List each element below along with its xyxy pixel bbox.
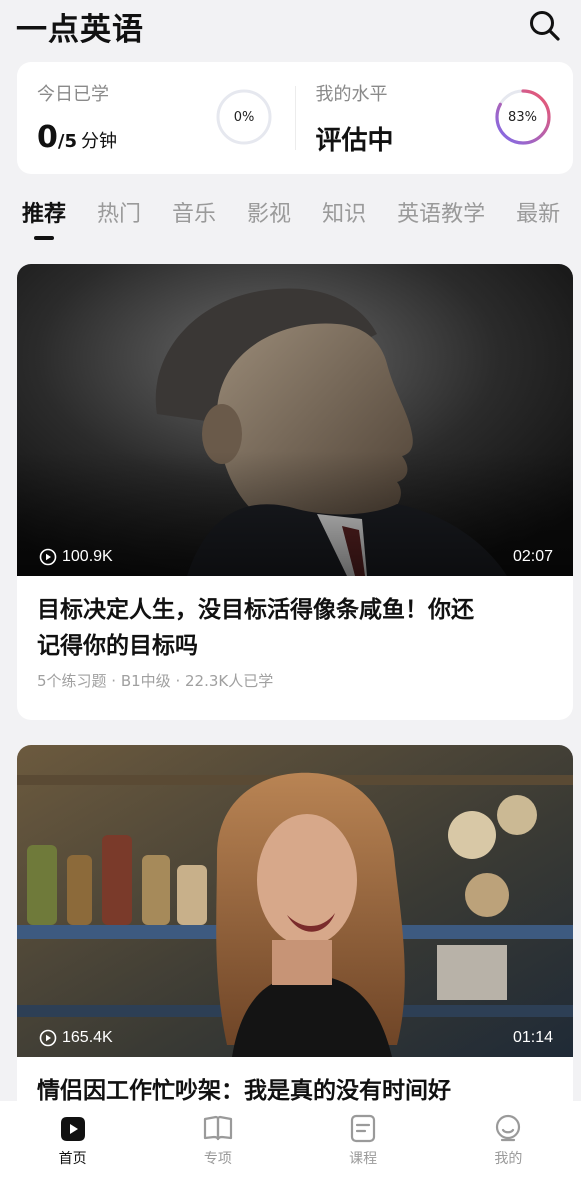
bottom-nav: 首页 专项 课程 我的 bbox=[0, 1101, 581, 1191]
tab-hot[interactable]: 热门 bbox=[97, 196, 141, 236]
today-minutes-goal: /5 bbox=[57, 131, 77, 152]
view-count: 165.4K bbox=[39, 1029, 113, 1047]
tab-film[interactable]: 影视 bbox=[247, 196, 291, 236]
app-root: 一点英语 今日已学 0 /5 分钟 0% 我的水平 评估中 83% 推荐 热门 … bbox=[0, 0, 581, 1191]
video-title-line: 目标决定人生，没目标活得像条咸鱼！你还 bbox=[37, 597, 474, 623]
view-count: 100.9K bbox=[39, 548, 113, 566]
tab-recommend[interactable]: 推荐 bbox=[22, 196, 66, 236]
today-study-stat[interactable]: 今日已学 0 /5 分钟 0% bbox=[17, 62, 295, 174]
level-progress-text: 83% bbox=[508, 109, 537, 125]
tab-knowledge[interactable]: 知识 bbox=[322, 196, 366, 236]
nav-profile[interactable]: 我的 bbox=[458, 1113, 558, 1168]
tab-latest[interactable]: 最新 bbox=[516, 196, 560, 236]
header: 一点英语 bbox=[0, 0, 581, 52]
today-progress-text: 0% bbox=[233, 109, 255, 125]
play-circle-icon bbox=[39, 1029, 57, 1047]
video-thumbnail[interactable]: 165.4K 01:14 bbox=[17, 745, 573, 1057]
today-minutes-value: 0 bbox=[37, 120, 58, 155]
my-level-stat[interactable]: 我的水平 评估中 83% bbox=[296, 62, 574, 174]
today-progress-ring: 0% bbox=[215, 88, 273, 146]
nav-course[interactable]: 课程 bbox=[313, 1113, 413, 1168]
video-card[interactable]: 165.4K 01:14 情侣因工作忙吵架：我是真的没有时间好 bbox=[17, 745, 573, 1145]
search-icon bbox=[530, 11, 560, 41]
video-thumbnail-image bbox=[17, 264, 573, 576]
nav-profile-label: 我的 bbox=[494, 1151, 523, 1167]
video-duration: 01:14 bbox=[512, 1029, 553, 1046]
video-title-line: 记得你的目标吗 bbox=[37, 633, 198, 659]
course-icon bbox=[351, 1114, 376, 1143]
video-meta: 5个练习题 · B1中级 · 22.3K人已学 bbox=[37, 672, 274, 690]
view-count-text: 100.9K bbox=[62, 548, 113, 565]
video-title[interactable]: 目标决定人生，没目标活得像条咸鱼！你还 记得你的目标吗 bbox=[17, 576, 573, 664]
video-card[interactable]: 100.9K 02:07 目标决定人生，没目标活得像条咸鱼！你还 记得你的目标吗… bbox=[17, 264, 573, 720]
nav-special-label: 专项 bbox=[203, 1151, 232, 1167]
search-button[interactable] bbox=[525, 6, 565, 46]
view-count-text: 165.4K bbox=[62, 1029, 113, 1046]
home-play-icon bbox=[60, 1117, 85, 1141]
tab-music[interactable]: 音乐 bbox=[172, 196, 216, 236]
category-tabs: 推荐 热门 音乐 影视 知识 英语教学 最新 bbox=[22, 196, 581, 242]
nav-home[interactable]: 首页 bbox=[23, 1113, 123, 1168]
app-title: 一点英语 bbox=[16, 11, 144, 48]
video-thumbnail[interactable]: 100.9K 02:07 bbox=[17, 264, 573, 576]
stats-card: 今日已学 0 /5 分钟 0% 我的水平 评估中 83% bbox=[17, 62, 573, 174]
level-progress-ring: 83% bbox=[494, 88, 552, 146]
nav-course-label: 课程 bbox=[349, 1151, 378, 1167]
book-icon bbox=[203, 1115, 232, 1141]
video-duration: 02:07 bbox=[512, 548, 553, 565]
video-thumbnail-image bbox=[17, 745, 573, 1057]
nav-home-label: 首页 bbox=[58, 1151, 87, 1167]
today-minutes-unit: 分钟 bbox=[80, 131, 117, 152]
nav-special[interactable]: 专项 bbox=[168, 1113, 268, 1168]
profile-icon bbox=[496, 1114, 521, 1142]
tab-english-teaching[interactable]: 英语教学 bbox=[397, 196, 485, 236]
play-circle-icon bbox=[39, 548, 57, 566]
